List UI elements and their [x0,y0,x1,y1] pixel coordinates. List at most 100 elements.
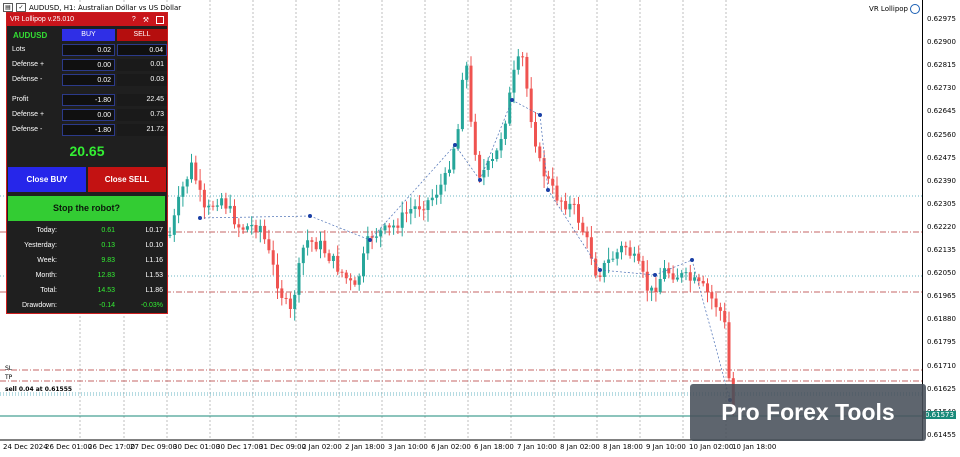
candle-body [280,288,284,298]
candle-body [551,178,555,186]
close-sell-button[interactable]: Close SELL [88,167,166,192]
candle-body [288,298,292,310]
chart-title-bar: ▤ ✓ AUDUSD, H1: Australian Dollar vs US … [3,3,181,12]
param-label: Lots [12,46,26,53]
buy-value-field[interactable]: 0.00 [62,109,115,121]
candle-body [327,253,331,262]
help-icon[interactable]: ? [132,16,136,23]
buy-value-field[interactable]: -1.80 [62,94,115,106]
candle-body [559,200,563,202]
candle-body [542,158,546,177]
stat-label: Total: [40,287,57,294]
candle-body [680,273,684,278]
sl-label: SL [5,365,13,372]
close-buy-button[interactable]: Close BUY [8,167,86,192]
stat-label: Today: [36,227,57,234]
buy-value-field[interactable]: 0.02 [62,44,115,56]
candle-body [177,196,181,216]
time-tick-label: 24 Dec 2024 [3,443,48,451]
panel-title-bar[interactable]: VR Lollipop v.25.010 ? ⚒ [7,13,167,26]
chart-title: AUDUSD, H1: Australian Dollar vs US Doll… [29,3,182,12]
stat-lots: L0.17 [145,227,163,234]
trade-marker [546,188,550,192]
sell-header: SELL [117,29,167,41]
price-tick-label: 0.62560 [927,130,956,139]
candle-body [512,69,516,93]
candle-body [577,204,580,223]
candle-body [310,240,314,242]
candle-body [297,263,301,295]
time-tick-label: 6 Jan 02:00 [431,443,471,451]
candle-body [495,150,499,160]
candle-body [331,255,335,262]
time-tick-label: 31 Dec 09:00 [259,443,307,451]
candle-body [267,239,271,251]
param-row: Defense - -1.80 21.72 [7,123,167,137]
stat-lots: -0.03% [140,302,163,309]
sell-value-field[interactable]: 0.04 [117,44,167,56]
candle-body [383,225,387,231]
candle-body [469,65,473,122]
candle-body [658,278,662,293]
buy-value-field[interactable]: 0.02 [62,74,115,86]
candle-body [529,88,533,123]
trade-marker [538,113,542,117]
candle-body [581,222,585,233]
time-tick-label: 9 Jan 10:00 [646,443,686,451]
sell-value-field: 21.72 [117,124,167,136]
candle-body [727,322,731,379]
candle-body [241,227,245,230]
settings-icon[interactable]: ⚒ [143,16,149,24]
time-tick-label: 2 Jan 18:00 [345,443,385,451]
candle-body [293,294,297,310]
stat-row: Week: 9.83 L1.16 [7,254,167,269]
candle-body [473,121,477,155]
smiley-icon [910,4,920,14]
time-tick-label: 10 Jan 18:00 [732,443,777,451]
candle-body [706,283,709,293]
price-tick-label: 0.62220 [927,222,956,231]
param-row: Profit -1.80 22.45 [7,93,167,107]
candle-body [250,225,254,227]
candle-body [710,292,714,299]
watermark: Pro Forex Tools [690,384,926,441]
close-icon[interactable] [156,15,164,24]
time-tick-label: 26 Dec 17:00 [88,443,136,451]
price-tick-label: 0.62135 [927,246,956,254]
price-tick-label: 0.62050 [927,269,956,278]
stat-row: Today: 0.61 L0.17 [7,224,167,239]
stop-robot-button[interactable]: Stop the robot? [8,196,165,221]
candle-body [572,203,576,205]
trade-link [309,215,371,241]
time-tick-label: 10 Jan 02:00 [689,443,734,451]
candle-body [675,277,679,280]
price-tick-label: 0.61455 [927,430,956,439]
candle-body [211,205,215,207]
chart-icon[interactable]: ▤ [3,3,13,12]
price-tick-label: 0.62645 [927,107,956,116]
candle-body [258,225,262,232]
candle-body [190,162,193,180]
param-label: Defense - [12,76,43,83]
param-row: Lots 0.02 0.04 [7,43,167,57]
stat-label: Week: [37,257,57,264]
candle-body [400,212,404,228]
candle-body [615,252,619,259]
param-label: Profit [12,96,29,103]
candle-body [602,262,606,277]
candle-body [220,198,224,206]
time-tick-label: 30 Dec 01:00 [173,443,221,451]
checkbox-icon[interactable]: ✓ [16,3,26,12]
trade-marker [308,214,312,218]
stat-row: Month: 12.83 L1.53 [7,269,167,284]
buy-value-field[interactable]: 0.00 [62,59,115,71]
candle-body [276,264,279,289]
buy-value-field[interactable]: -1.80 [62,124,115,136]
candle-body [607,259,611,263]
candle-body [637,253,641,261]
candle-body [379,230,383,237]
candle-body [254,225,258,232]
time-tick-label: 26 Dec 01:00 [45,443,93,451]
candle-body [460,79,464,130]
stat-label: Yesterday: [24,242,57,249]
